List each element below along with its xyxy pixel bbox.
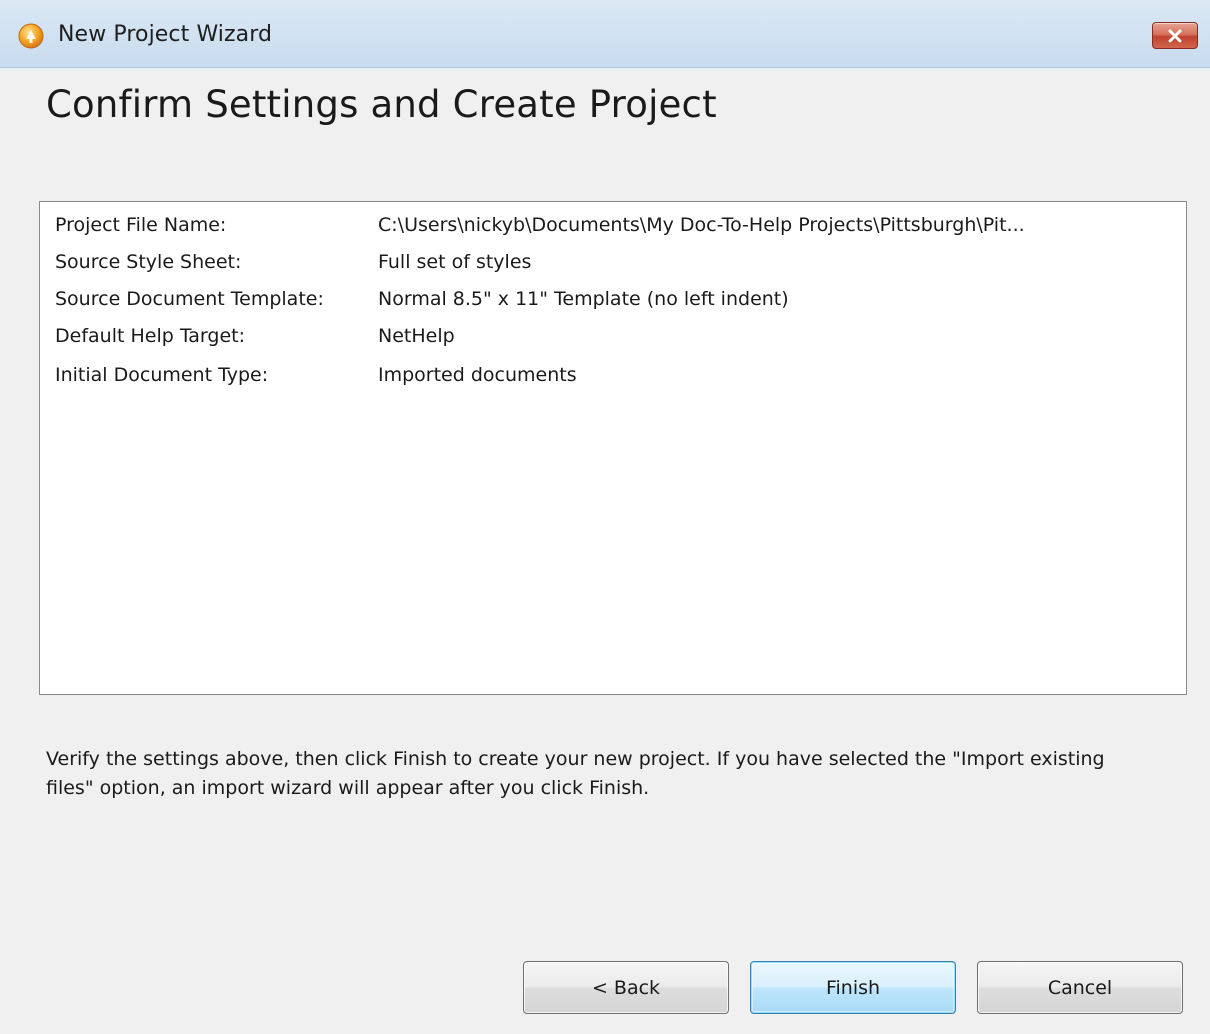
- setting-value: Imported documents: [378, 364, 577, 386]
- setting-label: Source Style Sheet:: [55, 251, 242, 273]
- setting-label: Source Document Template:: [55, 288, 324, 310]
- setting-value: C:\Users\nickyb\Documents\My Doc-To-Help…: [378, 214, 1025, 236]
- app-icon: [18, 23, 44, 49]
- setting-value: Full set of styles: [378, 251, 532, 273]
- setting-label: Default Help Target:: [55, 325, 245, 347]
- setting-label: Project File Name:: [55, 214, 227, 236]
- page-heading: Confirm Settings and Create Project: [46, 83, 717, 126]
- settings-row: Project File Name: C:\Users\nickyb\Docum…: [55, 214, 1175, 246]
- finish-button[interactable]: Finish: [750, 961, 956, 1014]
- title-bar-shadow: [0, 68, 1210, 72]
- back-button[interactable]: < Back: [523, 961, 729, 1014]
- settings-row: Initial Document Type: Imported document…: [55, 364, 1175, 396]
- settings-row: Source Document Template: Normal 8.5" x …: [55, 288, 1175, 320]
- settings-row: Source Style Sheet: Full set of styles: [55, 251, 1175, 283]
- settings-row: Default Help Target: NetHelp: [55, 325, 1175, 357]
- close-icon: [1167, 29, 1183, 43]
- setting-label: Initial Document Type:: [55, 364, 269, 386]
- title-bar[interactable]: New Project Wizard: [0, 0, 1210, 68]
- settings-summary-box: Project File Name: C:\Users\nickyb\Docum…: [39, 201, 1187, 695]
- setting-value: Normal 8.5" x 11" Template (no left inde…: [378, 288, 789, 310]
- close-button[interactable]: [1152, 22, 1198, 49]
- cancel-button[interactable]: Cancel: [977, 961, 1183, 1014]
- window-title: New Project Wizard: [58, 22, 273, 47]
- setting-value: NetHelp: [378, 325, 455, 347]
- wizard-window: New Project Wizard Confirm Settings and …: [0, 0, 1210, 1034]
- instructions-text: Verify the settings above, then click Fi…: [46, 748, 1105, 799]
